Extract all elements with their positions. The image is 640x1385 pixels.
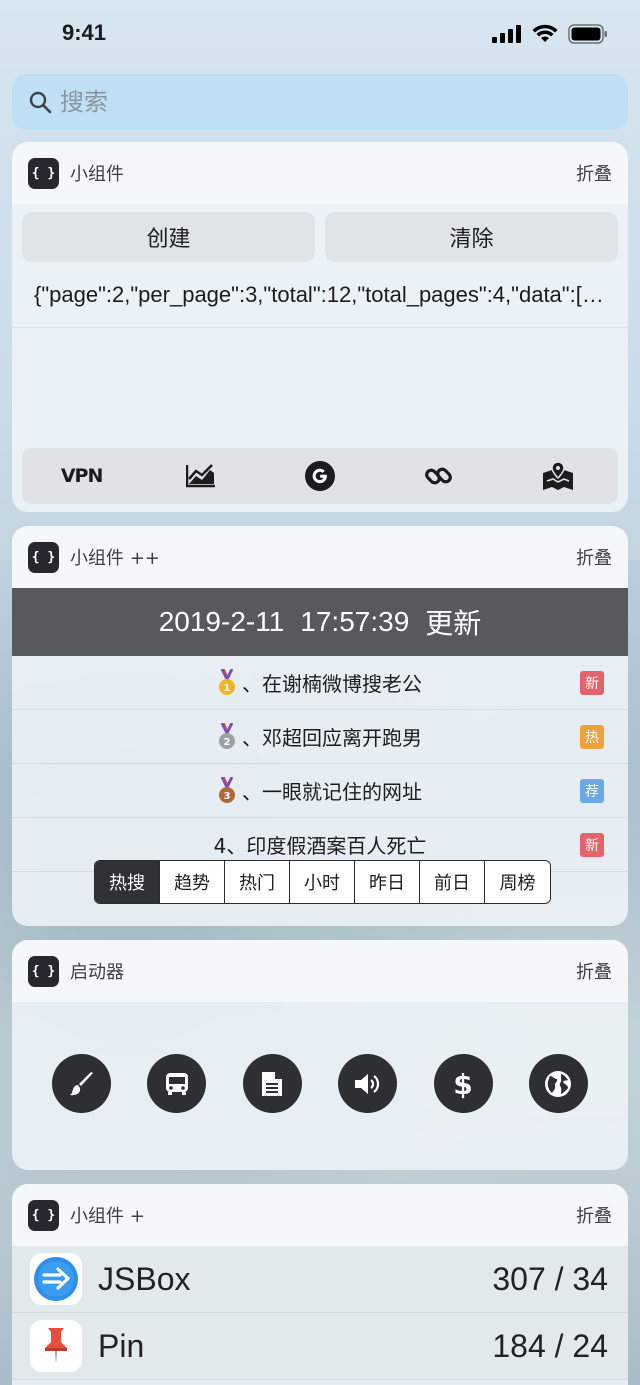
app-row-jsbox[interactable]: JSBox 307 / 34 [12, 1246, 628, 1313]
quick-toolbar: VPN [22, 448, 618, 504]
dollar-icon: $ [453, 1069, 472, 1099]
jsbox-app-icon [30, 1253, 82, 1305]
trending-text: 、在谢楠微博搜老公 [242, 672, 422, 696]
widget-card-3: { } 启动器 折叠 $ [12, 940, 628, 1170]
app-row-pin[interactable]: Pin 184 / 24 [12, 1313, 628, 1380]
trending-item[interactable]: 2 、邓超回应离开跑男 热 [12, 710, 628, 764]
paintbrush-icon [69, 1071, 93, 1095]
widget-header: { } 启动器 折叠 [12, 940, 628, 1002]
launcher-globe[interactable] [528, 1054, 588, 1113]
fold-button[interactable]: 折叠 [576, 958, 612, 984]
speaker-icon [354, 1073, 379, 1094]
widget-title: 小组件 ++ [70, 548, 160, 569]
trending-list: 1 、在谢楠微博搜老公新 2 、邓超回应离开跑男热 3 、一眼就记住的网址荐 4、印度假酒案… [12, 656, 628, 872]
map-button[interactable] [528, 461, 588, 491]
vpn-label: VPN [60, 465, 104, 487]
fold-button[interactable]: 折叠 [576, 544, 612, 570]
ranking-tab[interactable]: 趋势 [160, 861, 225, 903]
pin-app-icon [30, 1320, 82, 1372]
search-icon [29, 91, 52, 114]
banner-time: 17:57:39 [300, 606, 410, 637]
ranking-tab[interactable]: 前日 [420, 861, 485, 903]
json-output-text: {"page":2,"per_page":3,"total":12,"total… [34, 281, 604, 307]
google-icon [304, 461, 335, 491]
ranking-tab[interactable]: 热搜 [95, 861, 160, 903]
create-button[interactable]: 创建 [22, 212, 315, 262]
widget-card-4: { } 小组件 + 折叠 JSBox 307 / 34 Pin 184 / 24 [12, 1184, 628, 1385]
fold-button[interactable]: 折叠 [576, 1202, 612, 1228]
widget-title: 启动器 [70, 962, 124, 983]
bus-icon [165, 1072, 188, 1095]
medal-icon: 1 [218, 667, 236, 697]
trending-tag-badge: 新 [580, 671, 604, 695]
document-icon [262, 1071, 283, 1096]
jsbox-braces-icon: { } [28, 955, 59, 987]
search-bar[interactable] [12, 74, 628, 130]
jsbox-braces-icon: { } [28, 541, 59, 573]
widget-title: 小组件 [70, 164, 124, 185]
trending-item[interactable]: 1 、在谢楠微博搜老公 新 [12, 656, 628, 710]
launcher-dollar[interactable]: $ [433, 1054, 493, 1113]
banner-action: 更新 [425, 608, 482, 639]
trending-text: 4、印度假酒案百人死亡 [213, 834, 427, 858]
widget-title: 小组件 + [70, 1206, 145, 1227]
google-button[interactable] [290, 460, 350, 492]
map-marker-icon [543, 461, 574, 490]
vpn-button[interactable]: VPN [52, 465, 112, 487]
globe-icon [545, 1070, 572, 1097]
action-buttons: 创建 清除 [12, 204, 628, 262]
status-bar: 9:41 [0, 0, 640, 70]
chart-line-icon [185, 464, 215, 488]
medal-icon: 2 [218, 721, 236, 751]
status-icons [492, 24, 608, 44]
widget-card-2: { } 小组件 ++ 折叠 1 、在谢楠微博搜老公新 2 、邓超回应离开跑男热 3 、一眼… [12, 526, 628, 926]
trending-text: 、邓超回应离开跑男 [242, 726, 422, 750]
trending-text: 、一眼就记住的网址 [242, 780, 422, 804]
launcher-document[interactable] [242, 1054, 302, 1113]
widget-header: { } 小组件 + 折叠 [12, 1184, 628, 1246]
trending-tag-badge: 荐 [580, 779, 604, 803]
svg-text:1: 1 [224, 683, 231, 694]
app-name: Pin [98, 1327, 145, 1364]
widget-card-1: { } 小组件 折叠 创建 清除 {"page":2,"per_page":3,… [12, 142, 628, 512]
widget-header: { } 小组件 ++ 折叠 [12, 526, 628, 588]
jsbox-braces-icon: { } [28, 157, 59, 189]
app-name: JSBox [98, 1260, 191, 1297]
clear-button[interactable]: 清除 [325, 212, 618, 262]
link-button[interactable] [409, 461, 469, 491]
banner-date: 2019-2-11 [158, 606, 285, 637]
launcher-bus[interactable] [147, 1054, 207, 1113]
ranking-tabs: 热搜 趋势 热门 小时 昨日 前日 周榜 [94, 860, 551, 904]
launcher-paintbrush[interactable] [52, 1054, 111, 1113]
ranking-tab[interactable]: 周榜 [485, 861, 550, 903]
widget-header: { } 小组件 折叠 [12, 142, 628, 204]
jsbox-braces-icon: { } [28, 1199, 59, 1231]
launcher-speaker[interactable] [338, 1054, 398, 1113]
update-banner[interactable]: 2019-2-11 17:57:39 更新 [12, 588, 628, 656]
signal-icon [492, 25, 521, 43]
trending-item[interactable]: 3 、一眼就记住的网址 荐 [12, 764, 628, 818]
chart-line-button[interactable] [171, 464, 231, 488]
svg-text:3: 3 [224, 791, 231, 802]
app-stat: 307 / 34 [492, 1260, 608, 1297]
battery-icon [568, 24, 607, 44]
search-input[interactable] [60, 88, 560, 116]
ranking-tab[interactable]: 小时 [290, 861, 355, 903]
clock: 9:41 [62, 20, 107, 45]
launcher-row: $ [52, 1054, 588, 1113]
link-icon [425, 467, 453, 485]
medal-icon: 3 [218, 775, 236, 805]
json-output: {"page":2,"per_page":3,"total":12,"total… [12, 262, 628, 328]
svg-text:2: 2 [224, 737, 231, 748]
svg-text:$: $ [453, 1069, 472, 1099]
wifi-icon [532, 24, 558, 42]
trending-tag-badge: 热 [580, 725, 604, 749]
app-stat: 184 / 24 [492, 1327, 608, 1364]
fold-button[interactable]: 折叠 [576, 160, 612, 186]
trending-tag-badge: 新 [580, 833, 604, 857]
ranking-tab[interactable]: 昨日 [355, 861, 420, 903]
ranking-tab[interactable]: 热门 [225, 861, 290, 903]
